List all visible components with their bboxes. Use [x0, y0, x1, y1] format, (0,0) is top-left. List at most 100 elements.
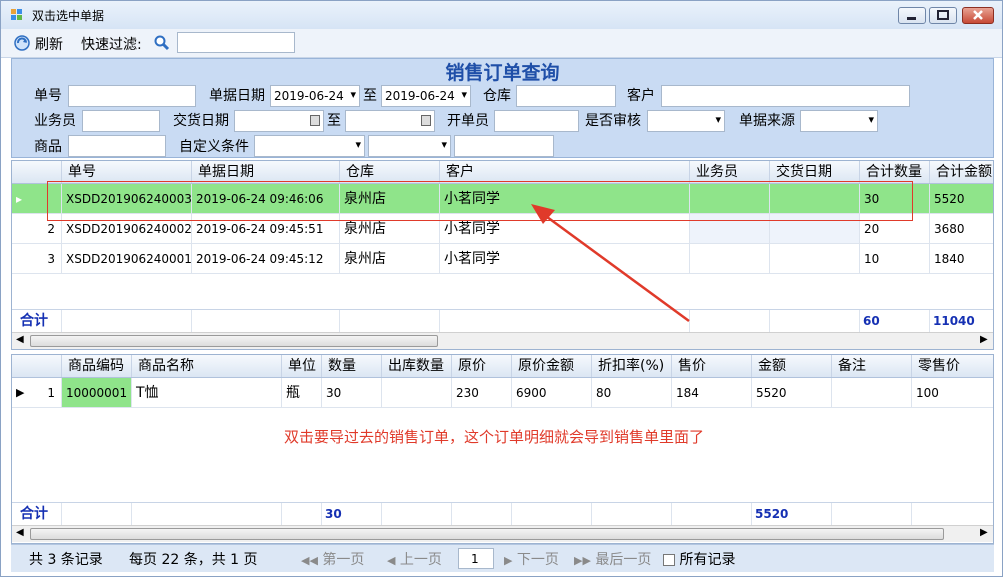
scroll-right-icon[interactable]: ▶	[980, 527, 988, 538]
col-discount[interactable]: 折扣率(%)	[592, 355, 672, 377]
col-doc-date[interactable]: 单据日期	[192, 161, 340, 183]
orders-total-spacer	[62, 310, 192, 332]
maximize-button[interactable]	[929, 7, 957, 24]
col-total-qty[interactable]: 合计数量	[860, 161, 930, 183]
cell-order-no[interactable]: XSDD201906240001	[62, 244, 192, 274]
search-icon[interactable]	[153, 34, 171, 52]
orders-total-qty: 60	[860, 310, 930, 332]
all-records-toggle[interactable]: 所有记录	[663, 549, 735, 569]
source-select[interactable]	[800, 110, 878, 132]
cell-remark[interactable]	[832, 378, 912, 408]
customer-label: 客户	[627, 88, 655, 104]
doc-date-from-picker[interactable]: 2019-06-24	[270, 85, 360, 107]
details-total-spacer	[382, 503, 452, 525]
prev-page-icon: ◀	[387, 554, 396, 567]
cell-amount[interactable]: 5520	[930, 184, 993, 214]
cell-product-name[interactable]: T恤	[132, 378, 282, 408]
col-out-qty[interactable]: 出库数量	[382, 355, 452, 377]
last-page-label: 最后一页	[595, 552, 652, 568]
annotation-arrow	[531, 204, 690, 323]
cell-price[interactable]: 230	[452, 378, 512, 408]
col-customer[interactable]: 客户	[440, 161, 690, 183]
scroll-left-icon[interactable]: ◀	[16, 334, 24, 345]
checkbox-icon	[663, 554, 675, 566]
col-order-no[interactable]: 单号	[62, 161, 192, 183]
col-qty[interactable]: 数量	[322, 355, 382, 377]
orders-scroll-thumb[interactable]	[30, 335, 438, 347]
product-input[interactable]	[68, 135, 166, 157]
minimize-button[interactable]	[898, 7, 926, 24]
refresh-icon	[13, 34, 31, 52]
last-page-button[interactable]: ▶▶ 最后一页	[574, 549, 651, 569]
cell-retail[interactable]: 100	[912, 378, 993, 408]
col-salesman[interactable]: 业务员	[690, 161, 770, 183]
cell-date[interactable]: 2019-06-24 09:45:12	[192, 244, 340, 274]
col-amount[interactable]: 金额	[752, 355, 832, 377]
custom-value-input[interactable]	[454, 135, 554, 157]
cell-qty[interactable]: 30	[322, 378, 382, 408]
cell-amount[interactable]: 3680	[930, 214, 993, 244]
details-scroll-thumb[interactable]	[30, 528, 944, 540]
col-product-name[interactable]: 商品名称	[132, 355, 282, 377]
col-retail[interactable]: 零售价	[912, 355, 993, 377]
col-product-code[interactable]: 商品编码	[62, 355, 132, 377]
cell-salesman[interactable]	[690, 244, 770, 274]
scroll-right-icon[interactable]: ▶	[980, 334, 988, 345]
prev-page-label: 上一页	[399, 552, 442, 568]
page-number-input[interactable]: 1	[458, 548, 494, 569]
row-number[interactable]: 3	[12, 244, 62, 274]
customer-input[interactable]	[661, 85, 910, 107]
order-no-input[interactable]	[68, 85, 196, 107]
cell-delivery[interactable]	[770, 244, 860, 274]
first-page-button[interactable]: ◀◀ 第一页	[301, 549, 364, 569]
delivery-date-to-picker[interactable]	[345, 110, 435, 132]
row-number-label: 1	[47, 386, 55, 400]
cell-price-amount[interactable]: 6900	[512, 378, 592, 408]
col-price-amount[interactable]: 原价金额	[512, 355, 592, 377]
cell-discount[interactable]: 80	[592, 378, 672, 408]
cell-warehouse[interactable]: 泉州店	[340, 244, 440, 274]
record-count: 共 3 条记录	[29, 552, 103, 568]
warehouse-input[interactable]	[516, 85, 616, 107]
creator-input[interactable]	[494, 110, 579, 132]
row-number[interactable]: ▶ 1	[12, 378, 62, 408]
col-total-amount[interactable]: 合计金额	[930, 161, 993, 183]
table-row[interactable]: 3 XSDD201906240001 2019-06-24 09:45:12 泉…	[12, 244, 993, 274]
app-window: 双击选中单据 刷新 快速过滤: 销售订单查询 单号 单据日期 2019-06-2…	[0, 0, 1003, 577]
col-remark[interactable]: 备注	[832, 355, 912, 377]
col-price[interactable]: 原价	[452, 355, 512, 377]
col-warehouse[interactable]: 仓库	[340, 161, 440, 183]
details-total-spacer	[592, 503, 672, 525]
delivery-date-from-picker[interactable]	[234, 110, 324, 132]
cell-product-code[interactable]: 10000001	[62, 378, 132, 408]
salesman-input[interactable]	[82, 110, 160, 132]
details-total-spacer	[452, 503, 512, 525]
col-delivery-date[interactable]: 交货日期	[770, 161, 860, 183]
doc-date-to-picker[interactable]: 2019-06-24	[381, 85, 471, 107]
custom-operator-select[interactable]	[368, 135, 451, 157]
close-button[interactable]	[962, 7, 994, 24]
cell-unit[interactable]: 瓶	[282, 378, 322, 408]
next-page-button[interactable]: ▶ 下一页	[504, 549, 559, 569]
details-hscrollbar[interactable]: ◀ ▶	[12, 525, 993, 542]
details-total-row: 合计 30 5520	[12, 502, 993, 525]
orders-header-corner	[12, 161, 62, 183]
col-sale-price[interactable]: 售价	[672, 355, 752, 377]
cell-out-qty[interactable]	[382, 378, 452, 408]
details-total-spacer	[672, 503, 752, 525]
col-unit[interactable]: 单位	[282, 355, 322, 377]
audited-select[interactable]	[647, 110, 725, 132]
details-total-spacer	[62, 503, 132, 525]
orders-total-spacer	[690, 310, 770, 332]
cell-sale-price[interactable]: 184	[672, 378, 752, 408]
custom-field-select[interactable]	[254, 135, 365, 157]
prev-page-button[interactable]: ◀ 上一页	[387, 549, 442, 569]
scroll-left-icon[interactable]: ◀	[16, 527, 24, 538]
cell-amount[interactable]: 1840	[930, 244, 993, 274]
cell-qty[interactable]: 10	[860, 244, 930, 274]
orders-hscrollbar[interactable]: ◀ ▶	[12, 332, 993, 349]
details-total-amount: 5520	[752, 503, 832, 525]
quick-filter-input[interactable]	[177, 32, 295, 53]
table-row[interactable]: ▶ 1 10000001 T恤 瓶 30 230 6900 80 184 552…	[12, 378, 993, 408]
cell-amount[interactable]: 5520	[752, 378, 832, 408]
